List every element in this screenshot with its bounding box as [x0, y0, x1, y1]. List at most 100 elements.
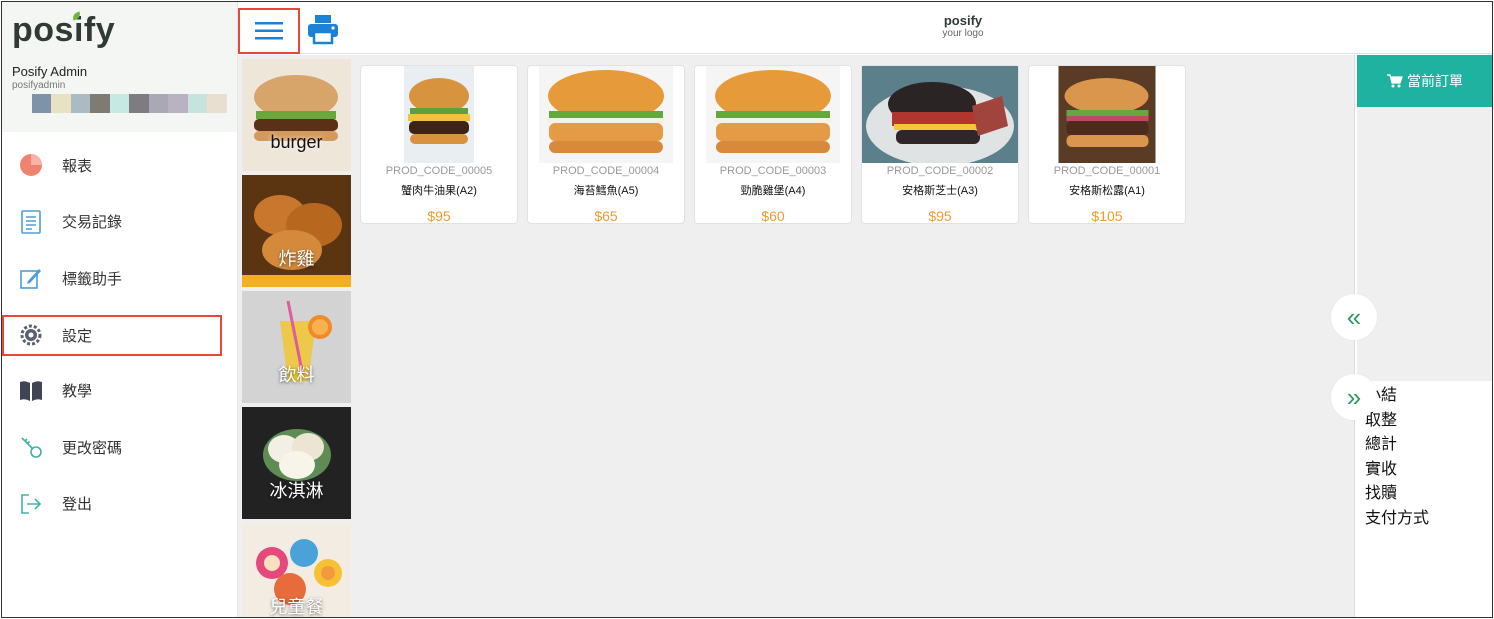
- sidebar-item-label: 登出: [62, 496, 93, 514]
- product-name: 安格斯松露(A1): [1069, 185, 1145, 197]
- edit-square-icon: [18, 265, 44, 291]
- store-logo-name: posify: [943, 13, 983, 28]
- burger-photo: [539, 66, 673, 163]
- product-card[interactable]: PROD_CODE_00001 安格斯松露(A1) $105: [1028, 65, 1186, 224]
- sidebar-item-label-helper[interactable]: 標籤助手: [2, 250, 237, 307]
- sidebar-item-label: 教學: [62, 383, 93, 401]
- product-name: 蟹肉牛油果(A2): [401, 185, 477, 197]
- product-price: $105: [1091, 208, 1123, 224]
- store-logo-subtitle: your logo: [942, 28, 984, 39]
- book-icon: [18, 378, 44, 404]
- cart-icon: [1387, 74, 1403, 88]
- order-panel: 當前訂單 小結 取整 總計 實收 找贖 支付方式: [1354, 55, 1492, 617]
- app-window: posify Posify Admin posifyadmin 報表 交易記錄 …: [1, 1, 1493, 618]
- product-card[interactable]: PROD_CODE_00002 安格斯芝士(A3) $95: [861, 65, 1019, 224]
- category-list: burger 炸雞 飲料 冰淇淋 兒童餐: [242, 59, 352, 617]
- burger-photo: [862, 66, 1018, 163]
- product-image: [1058, 66, 1156, 163]
- category-ice-cream[interactable]: 冰淇淋: [242, 407, 351, 519]
- sidebar-item-label: 交易記錄: [62, 214, 123, 232]
- summary-payment-method: 支付方式: [1365, 509, 1430, 527]
- admin-name: Posify Admin: [12, 64, 88, 79]
- printer-icon: [308, 15, 338, 45]
- product-card[interactable]: PROD_CODE_00003 勁脆雞堡(A4) $60: [694, 65, 852, 224]
- hamburger-icon: [255, 22, 283, 40]
- print-button[interactable]: [306, 12, 340, 46]
- swatch: [90, 94, 110, 113]
- sidebar-item-change-password[interactable]: 更改密碼: [2, 419, 237, 476]
- collapse-panel-button[interactable]: »: [1331, 374, 1377, 420]
- product-price: $60: [761, 208, 785, 224]
- gear-icon: [18, 322, 44, 348]
- top-bar: posify your logo: [238, 2, 1492, 54]
- document-list-icon: [18, 209, 44, 235]
- category-label: 炸雞: [278, 249, 315, 269]
- redacted-info-bar: [12, 94, 228, 113]
- product-name: 海苔鱈魚(A5): [573, 185, 639, 197]
- product-name: 安格斯芝士(A3): [902, 185, 978, 197]
- product-image: [539, 66, 673, 163]
- sidebar-menu: 報表 交易記錄 標籤助手 設定 教學 更改密碼 登出: [2, 132, 237, 532]
- admin-username: posifyadmin: [12, 80, 66, 91]
- main-content: burger 炸雞 飲料 冰淇淋 兒童餐 PROD_CODE_00005 蟹肉牛…: [238, 55, 1354, 617]
- current-order-button[interactable]: 當前訂單: [1357, 55, 1492, 107]
- summary-received: 實收: [1365, 460, 1398, 478]
- current-order-label: 當前訂單: [1407, 73, 1463, 89]
- burger-image: [242, 59, 351, 171]
- summary-rounding: 取整: [1365, 411, 1398, 429]
- product-price: $95: [427, 208, 451, 224]
- swatch: [31, 94, 52, 113]
- logout-icon: [18, 491, 44, 517]
- burger-photo: [404, 66, 474, 163]
- double-chevron-right-icon: »: [1346, 381, 1362, 412]
- summary-total: 總計: [1365, 436, 1398, 454]
- store-logo: posify your logo: [918, 14, 1008, 40]
- sidebar-header: posify Posify Admin posifyadmin: [2, 2, 237, 132]
- app-logo: posify: [12, 10, 115, 50]
- product-name: 勁脆雞堡(A4): [740, 185, 806, 197]
- expand-panel-button[interactable]: «: [1331, 294, 1377, 340]
- swatch: [109, 94, 130, 113]
- category-burger[interactable]: burger: [242, 59, 351, 171]
- product-image: [404, 66, 474, 163]
- category-label: burger: [270, 132, 323, 152]
- sidebar-item-logout[interactable]: 登出: [2, 476, 237, 533]
- category-kids-meal[interactable]: 兒童餐: [242, 523, 351, 617]
- swatch: [70, 94, 91, 113]
- category-label: 飲料: [278, 365, 315, 385]
- product-price: $95: [928, 208, 952, 224]
- category-drinks[interactable]: 飲料: [242, 291, 351, 403]
- product-image: [862, 66, 1018, 163]
- order-items-area: [1357, 107, 1492, 381]
- product-price: $65: [594, 208, 618, 224]
- product-code: PROD_CODE_00002: [886, 165, 994, 177]
- product-code: PROD_CODE_00005: [385, 165, 493, 177]
- product-image: [706, 66, 840, 163]
- swatch: [187, 94, 208, 113]
- key-icon: [18, 434, 44, 460]
- product-card[interactable]: PROD_CODE_00005 蟹肉牛油果(A2) $95: [360, 65, 518, 224]
- swatch: [168, 94, 188, 113]
- sidebar-item-tutorial[interactable]: 教學: [2, 363, 237, 420]
- summary-change: 找贖: [1365, 485, 1398, 503]
- category-label: 冰淇淋: [269, 481, 324, 501]
- sidebar-item-reports[interactable]: 報表: [2, 137, 237, 194]
- burger-photo: [1058, 66, 1156, 163]
- sidebar-item-settings[interactable]: 設定: [2, 314, 222, 356]
- hamburger-menu-button[interactable]: [238, 8, 300, 54]
- swatch: [51, 94, 71, 113]
- app-logo-text: posify: [12, 11, 116, 49]
- swatch: [12, 94, 32, 113]
- sidebar-item-label: 標籤助手: [62, 270, 123, 288]
- sidebar-item-label: 設定: [62, 327, 93, 345]
- sidebar: posify Posify Admin posifyadmin 報表 交易記錄 …: [2, 2, 238, 617]
- product-card[interactable]: PROD_CODE_00004 海苔鱈魚(A5) $65: [527, 65, 685, 224]
- sidebar-item-transactions[interactable]: 交易記錄: [2, 194, 237, 251]
- double-chevron-left-icon: «: [1346, 301, 1362, 332]
- swatch: [207, 94, 228, 113]
- category-fried-chicken[interactable]: 炸雞: [242, 175, 351, 287]
- sidebar-item-label: 報表: [62, 157, 93, 175]
- swatch: [148, 94, 169, 113]
- burger-photo: [706, 66, 840, 163]
- pie-chart-icon: [18, 152, 44, 178]
